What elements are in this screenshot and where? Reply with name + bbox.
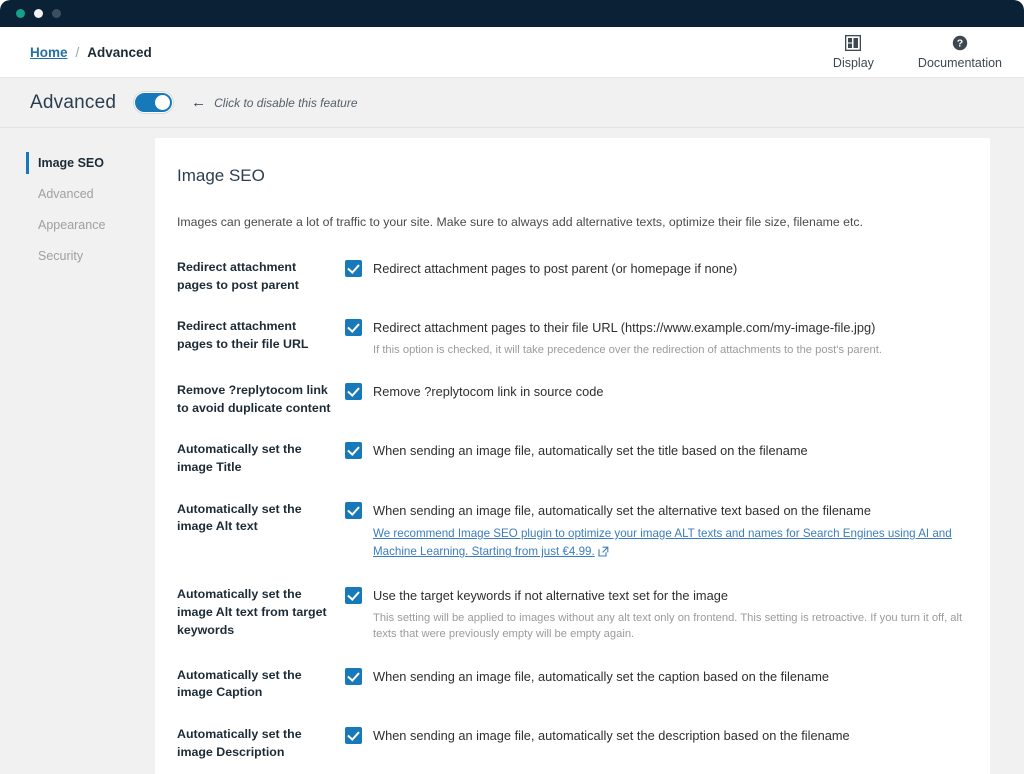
breadcrumb-current: Advanced xyxy=(87,45,152,60)
setting-checkbox-label[interactable]: When sending an image file, automaticall… xyxy=(373,667,829,685)
setting-checkbox[interactable] xyxy=(345,383,362,400)
setting-label: Automatically set the image Title xyxy=(177,441,345,476)
breadcrumb-separator: / xyxy=(76,45,80,60)
settings-card: Image SEO Images can generate a lot of t… xyxy=(155,138,990,774)
setting-body: Redirect attachment pages to their file … xyxy=(345,318,966,358)
setting-body: Remove ?replytocom link in source code xyxy=(345,382,966,417)
toggle-knob xyxy=(155,95,170,110)
feature-bar: Advanced ← Click to disable this feature xyxy=(0,78,1024,128)
header-action-documentation-label: Documentation xyxy=(918,56,1002,70)
setting-row: Automatically set the image Description … xyxy=(177,726,966,761)
setting-label: Automatically set the image Caption xyxy=(177,667,345,702)
setting-row: Automatically set the image Alt text fro… xyxy=(177,586,966,642)
breadcrumb-home-link[interactable]: Home xyxy=(30,45,68,60)
svg-text:?: ? xyxy=(957,37,963,49)
setting-note: If this option is checked, it will take … xyxy=(345,342,966,359)
setting-label: Automatically set the image Alt text xyxy=(177,501,345,563)
setting-checkbox-label[interactable]: Use the target keywords if not alternati… xyxy=(373,586,728,604)
setting-label: Redirect attachment pages to post parent xyxy=(177,259,345,294)
setting-row: Automatically set the image Caption When… xyxy=(177,667,966,702)
setting-label: Automatically set the image Description xyxy=(177,726,345,761)
setting-checkbox-label[interactable]: When sending an image file, automaticall… xyxy=(373,501,871,519)
setting-row: Automatically set the image Alt text Whe… xyxy=(177,501,966,563)
arrow-left-icon: ← xyxy=(191,94,206,111)
sidebar-item-security[interactable]: Security xyxy=(0,241,155,271)
breadcrumb: Home / Advanced xyxy=(30,45,152,60)
window-close-dot[interactable] xyxy=(16,9,25,18)
setting-promo: We recommend Image SEO plugin to optimiz… xyxy=(345,524,966,562)
window-minimize-dot[interactable] xyxy=(34,9,43,18)
setting-row: Remove ?replytocom link to avoid duplica… xyxy=(177,382,966,417)
window-titlebar xyxy=(0,0,1024,27)
app-window: Home / Advanced Display xyxy=(0,0,1024,774)
setting-checkbox-label[interactable]: When sending an image file, automaticall… xyxy=(373,441,808,459)
sidebar-item-label: Advanced xyxy=(38,187,94,201)
feature-enable-toggle[interactable] xyxy=(134,92,173,113)
setting-body: Redirect attachment pages to post parent… xyxy=(345,259,966,294)
sidebar-item-image-seo[interactable]: Image SEO xyxy=(0,148,155,178)
sidebar-item-advanced[interactable]: Advanced xyxy=(0,179,155,209)
setting-checkbox-label[interactable]: Remove ?replytocom link in source code xyxy=(373,382,603,400)
sidebar-item-label: Security xyxy=(38,249,83,263)
setting-row: Redirect attachment pages to post parent… xyxy=(177,259,966,294)
setting-label: Remove ?replytocom link to avoid duplica… xyxy=(177,382,345,417)
setting-checkbox[interactable] xyxy=(345,587,362,604)
setting-checkbox[interactable] xyxy=(345,442,362,459)
feature-hint-text: Click to disable this feature xyxy=(214,96,357,110)
window-maximize-dot[interactable] xyxy=(52,9,61,18)
setting-checkbox-label[interactable]: Redirect attachment pages to post parent… xyxy=(373,259,737,277)
setting-checkbox-label[interactable]: When sending an image file, automaticall… xyxy=(373,726,850,744)
setting-row: Redirect attachment pages to their file … xyxy=(177,318,966,358)
setting-checkbox-label[interactable]: Redirect attachment pages to their file … xyxy=(373,318,875,336)
setting-body: When sending an image file, automaticall… xyxy=(345,441,966,476)
setting-checkbox[interactable] xyxy=(345,502,362,519)
page-description: Images can generate a lot of traffic to … xyxy=(177,214,966,231)
question-circle-icon: ? xyxy=(952,35,968,51)
sidebar-item-label: Image SEO xyxy=(38,156,104,170)
layout-display-icon xyxy=(845,35,861,51)
feature-title: Advanced xyxy=(30,92,116,114)
top-header: Home / Advanced Display xyxy=(0,27,1024,78)
setting-body: When sending an image file, automaticall… xyxy=(345,667,966,702)
image-seo-promo-link[interactable]: We recommend Image SEO plugin to optimiz… xyxy=(373,527,952,558)
setting-body: When sending an image file, automaticall… xyxy=(345,501,966,563)
setting-note: This setting will be applied to images w… xyxy=(345,610,966,643)
setting-checkbox[interactable] xyxy=(345,319,362,336)
header-action-documentation[interactable]: ? Documentation xyxy=(918,35,1002,70)
setting-checkbox[interactable] xyxy=(345,727,362,744)
sidebar-item-appearance[interactable]: Appearance xyxy=(0,210,155,240)
header-action-display[interactable]: Display xyxy=(833,35,874,70)
setting-checkbox[interactable] xyxy=(345,668,362,685)
sidebar-item-label: Appearance xyxy=(38,218,105,232)
header-action-display-label: Display xyxy=(833,56,874,70)
setting-label: Redirect attachment pages to their file … xyxy=(177,318,345,358)
body: Image SEO Advanced Appearance Security I… xyxy=(0,128,1024,774)
header-actions: Display ? Documentation xyxy=(833,35,1002,70)
feature-hint: ← Click to disable this feature xyxy=(191,94,357,111)
setting-row: Automatically set the image Title When s… xyxy=(177,441,966,476)
setting-body: When sending an image file, automaticall… xyxy=(345,726,966,761)
setting-checkbox[interactable] xyxy=(345,260,362,277)
setting-label: Automatically set the image Alt text fro… xyxy=(177,586,345,642)
external-link-icon[interactable] xyxy=(598,544,609,562)
page-title: Image SEO xyxy=(177,166,966,186)
sidebar: Image SEO Advanced Appearance Security xyxy=(0,128,155,774)
setting-body: Use the target keywords if not alternati… xyxy=(345,586,966,642)
